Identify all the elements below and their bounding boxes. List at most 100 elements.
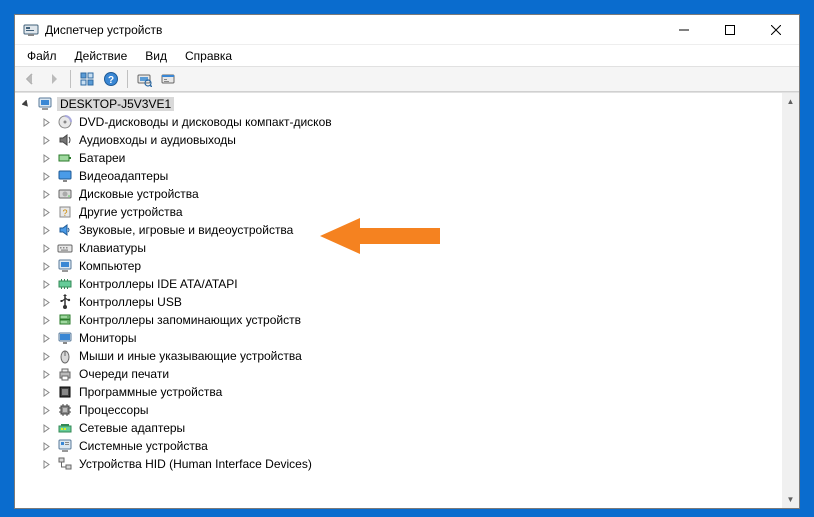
expand-icon[interactable] xyxy=(39,403,53,417)
expand-icon[interactable] xyxy=(39,313,53,327)
menu-view[interactable]: Вид xyxy=(137,47,175,65)
scan-hardware-button[interactable] xyxy=(133,68,155,90)
tree-item[interactable]: Очереди печати xyxy=(35,365,799,383)
tree-root[interactable]: DESKTOP-J5V3VE1 xyxy=(15,95,799,113)
keyboard-icon xyxy=(57,240,73,256)
tree-item-label: Видеоадаптеры xyxy=(77,169,170,183)
properties-button[interactable] xyxy=(157,68,179,90)
expand-icon[interactable] xyxy=(39,367,53,381)
sound-icon xyxy=(57,222,73,238)
tree-item[interactable]: Клавиатуры xyxy=(35,239,799,257)
usb-icon xyxy=(57,294,73,310)
menu-file[interactable]: Файл xyxy=(19,47,65,65)
toolbar: ? xyxy=(15,66,799,92)
expand-icon[interactable] xyxy=(39,133,53,147)
tree-view[interactable]: DESKTOP-J5V3VE1 DVD-дисководы и дисковод… xyxy=(15,92,799,508)
toolbar-separator xyxy=(70,70,71,88)
hid-icon xyxy=(57,456,73,472)
network-icon xyxy=(57,420,73,436)
tree-item-label: Звуковые, игровые и видеоустройства xyxy=(77,223,295,237)
expand-icon[interactable] xyxy=(39,385,53,399)
expand-icon[interactable] xyxy=(39,115,53,129)
tree-item-label: Контроллеры USB xyxy=(77,295,184,309)
tree-item[interactable]: Мониторы xyxy=(35,329,799,347)
maximize-button[interactable] xyxy=(707,15,753,45)
collapse-icon[interactable] xyxy=(19,97,33,111)
tree-item[interactable]: ? Другие устройства xyxy=(35,203,799,221)
tree-item[interactable]: Дисковые устройства xyxy=(35,185,799,203)
storage-icon xyxy=(57,312,73,328)
tree-item-label: Батареи xyxy=(77,151,127,165)
tree-item-label: DVD-дисководы и дисководы компакт-дисков xyxy=(77,115,334,129)
other-icon: ? xyxy=(57,204,73,220)
tree-item-label: Контроллеры запоминающих устройств xyxy=(77,313,303,327)
expand-icon[interactable] xyxy=(39,421,53,435)
minimize-button[interactable] xyxy=(661,15,707,45)
device-manager-window: Диспетчер устройств Файл Действие Вид Сп… xyxy=(14,14,800,509)
tree-item[interactable]: Системные устройства xyxy=(35,437,799,455)
svg-text:?: ? xyxy=(108,75,114,86)
expand-icon[interactable] xyxy=(39,457,53,471)
software-icon xyxy=(57,384,73,400)
close-button[interactable] xyxy=(753,15,799,45)
tree-item[interactable]: Устройства HID (Human Interface Devices) xyxy=(35,455,799,473)
expand-icon[interactable] xyxy=(39,277,53,291)
expand-icon[interactable] xyxy=(39,223,53,237)
expand-icon[interactable] xyxy=(39,331,53,345)
forward-button[interactable] xyxy=(43,68,65,90)
expand-icon[interactable] xyxy=(39,205,53,219)
computer-icon xyxy=(57,258,73,274)
tree-item[interactable]: Сетевые адаптеры xyxy=(35,419,799,437)
tree-item-label: Устройства HID (Human Interface Devices) xyxy=(77,457,314,471)
tree-item-label: Другие устройства xyxy=(77,205,185,219)
tree-item-label: Программные устройства xyxy=(77,385,224,399)
scroll-up-icon[interactable]: ▲ xyxy=(782,93,799,110)
tree-item[interactable]: Процессоры xyxy=(35,401,799,419)
menubar: Файл Действие Вид Справка xyxy=(15,45,799,66)
expand-icon[interactable] xyxy=(39,295,53,309)
tree-item[interactable]: Контроллеры запоминающих устройств xyxy=(35,311,799,329)
expand-icon[interactable] xyxy=(39,349,53,363)
expand-icon[interactable] xyxy=(39,169,53,183)
tree-item-label: Очереди печати xyxy=(77,367,171,381)
vertical-scrollbar[interactable]: ▲ ▼ xyxy=(782,93,799,508)
display-icon xyxy=(57,168,73,184)
toolbar-separator xyxy=(127,70,128,88)
tree-item[interactable]: Контроллеры USB xyxy=(35,293,799,311)
tree-item-label: Клавиатуры xyxy=(77,241,148,255)
scroll-down-icon[interactable]: ▼ xyxy=(782,491,799,508)
expand-icon[interactable] xyxy=(39,241,53,255)
expand-icon[interactable] xyxy=(39,259,53,273)
tree-item[interactable]: Мыши и иные указывающие устройства xyxy=(35,347,799,365)
system-icon xyxy=(57,438,73,454)
tree-item-label: Контроллеры IDE ATA/ATAPI xyxy=(77,277,240,291)
tree-item-label: Компьютер xyxy=(77,259,143,273)
back-button[interactable] xyxy=(19,68,41,90)
audio-icon xyxy=(57,132,73,148)
tree-item[interactable]: Программные устройства xyxy=(35,383,799,401)
computer-icon xyxy=(37,96,53,112)
hdd-icon xyxy=(57,186,73,202)
expand-icon[interactable] xyxy=(39,151,53,165)
menu-action[interactable]: Действие xyxy=(67,47,136,65)
tree-item[interactable]: Аудиовходы и аудиовыходы xyxy=(35,131,799,149)
tree-item[interactable]: Звуковые, игровые и видеоустройства xyxy=(35,221,799,239)
tree-item[interactable]: Батареи xyxy=(35,149,799,167)
monitor-icon xyxy=(57,330,73,346)
ide-icon xyxy=(57,276,73,292)
disc-icon xyxy=(57,114,73,130)
expand-icon[interactable] xyxy=(39,187,53,201)
tree-item[interactable]: Компьютер xyxy=(35,257,799,275)
help-button[interactable]: ? xyxy=(100,68,122,90)
expand-icon[interactable] xyxy=(39,439,53,453)
tree-item[interactable]: DVD-дисководы и дисководы компакт-дисков xyxy=(35,113,799,131)
show-hidden-button[interactable] xyxy=(76,68,98,90)
printer-icon xyxy=(57,366,73,382)
tree-item[interactable]: Видеоадаптеры xyxy=(35,167,799,185)
cpu-icon xyxy=(57,402,73,418)
tree-item-label: Сетевые адаптеры xyxy=(77,421,187,435)
tree-item[interactable]: Контроллеры IDE ATA/ATAPI xyxy=(35,275,799,293)
menu-help[interactable]: Справка xyxy=(177,47,240,65)
tree-item-label: Дисковые устройства xyxy=(77,187,201,201)
tree-item-label: Процессоры xyxy=(77,403,151,417)
